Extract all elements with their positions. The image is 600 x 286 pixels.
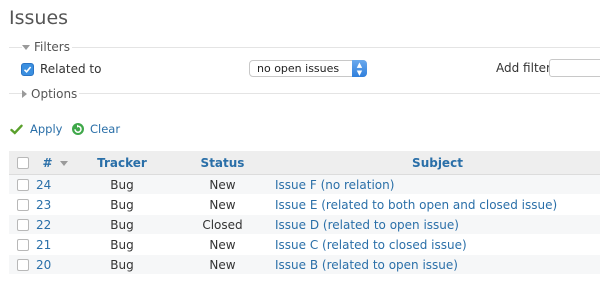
row-checkbox[interactable] xyxy=(16,219,29,231)
column-header-id[interactable]: # xyxy=(36,151,74,175)
row-checkbox[interactable] xyxy=(16,239,29,251)
add-filter-select[interactable] xyxy=(549,59,600,77)
issue-subject-link[interactable]: Issue D (related to open issue) xyxy=(275,214,600,235)
issue-id-link[interactable]: 20 xyxy=(36,254,74,275)
issue-subject-link[interactable]: Issue B (related to open issue) xyxy=(275,254,600,275)
issue-tracker: Bug xyxy=(74,234,170,255)
issue-id-link[interactable]: 22 xyxy=(36,214,74,235)
apply-label: Apply xyxy=(30,122,63,136)
checkmark-icon xyxy=(23,66,32,73)
table-row[interactable]: 22 Bug Closed Issue D (related to open i… xyxy=(9,214,600,235)
options-toggle[interactable]: Options xyxy=(22,87,77,101)
refresh-icon xyxy=(72,123,84,135)
issue-id-link[interactable]: 21 xyxy=(36,234,74,255)
related-to-label: Related to xyxy=(40,62,102,76)
select-all-header[interactable] xyxy=(9,151,36,175)
issues-table: # Tracker Status Subject 24 Bug New Issu… xyxy=(9,151,600,275)
column-header-id-label: # xyxy=(42,155,53,170)
clear-label: Clear xyxy=(90,122,121,136)
issue-id-link[interactable]: 23 xyxy=(36,194,74,215)
issue-status: New xyxy=(170,234,275,255)
row-checkbox[interactable] xyxy=(16,199,29,211)
issue-tracker: Bug xyxy=(74,214,170,235)
issue-subject-link[interactable]: Issue E (related to both open and closed… xyxy=(275,194,600,215)
clear-button[interactable]: Clear xyxy=(71,122,120,136)
filters-divider xyxy=(72,47,600,48)
select-updown-icon: ▲ ▼ xyxy=(352,60,367,77)
select-all-checkbox[interactable] xyxy=(16,157,29,169)
row-checkbox[interactable] xyxy=(16,179,29,191)
issue-tracker: Bug xyxy=(74,254,170,275)
row-checkbox[interactable] xyxy=(16,259,29,271)
related-to-checkbox[interactable] xyxy=(21,63,34,76)
page-title: Issues xyxy=(9,7,69,29)
column-header-status[interactable]: Status xyxy=(170,151,275,175)
related-to-select[interactable]: no open issues ▲ ▼ xyxy=(249,60,367,77)
options-divider-left xyxy=(9,93,22,94)
options-divider xyxy=(79,93,600,94)
apply-button[interactable]: Apply xyxy=(10,122,62,136)
issue-subject-link[interactable]: Issue C (related to closed issue) xyxy=(275,234,600,255)
related-to-select-value: no open issues xyxy=(257,62,340,75)
issue-id-link[interactable]: 24 xyxy=(36,174,74,195)
add-filter-label: Add filter xyxy=(496,61,551,75)
issue-tracker: Bug xyxy=(74,174,170,195)
issue-tracker: Bug xyxy=(74,194,170,215)
table-row[interactable]: 23 Bug New Issue E (related to both open… xyxy=(9,194,600,215)
checkmark-icon xyxy=(10,124,23,135)
expanded-triangle-icon xyxy=(22,44,30,50)
table-row[interactable]: 21 Bug New Issue C (related to closed is… xyxy=(9,234,600,255)
issue-subject-link[interactable]: Issue F (no relation) xyxy=(275,174,600,195)
filters-legend: Filters xyxy=(34,40,70,54)
filters-toggle[interactable]: Filters xyxy=(22,40,70,54)
table-row[interactable]: 24 Bug New Issue F (no relation) xyxy=(9,174,600,195)
filters-divider-left xyxy=(9,47,22,48)
table-header-row: # Tracker Status Subject xyxy=(9,151,600,175)
sort-desc-icon xyxy=(59,160,68,166)
options-legend: Options xyxy=(31,87,78,101)
collapsed-triangle-icon xyxy=(22,90,27,98)
column-header-subject[interactable]: Subject xyxy=(275,151,600,175)
column-header-tracker[interactable]: Tracker xyxy=(74,151,170,175)
issue-status: Closed xyxy=(170,214,275,235)
issue-status: New xyxy=(170,254,275,275)
issue-status: New xyxy=(170,174,275,195)
issue-status: New xyxy=(170,194,275,215)
table-row[interactable]: 20 Bug New Issue B (related to open issu… xyxy=(9,254,600,275)
